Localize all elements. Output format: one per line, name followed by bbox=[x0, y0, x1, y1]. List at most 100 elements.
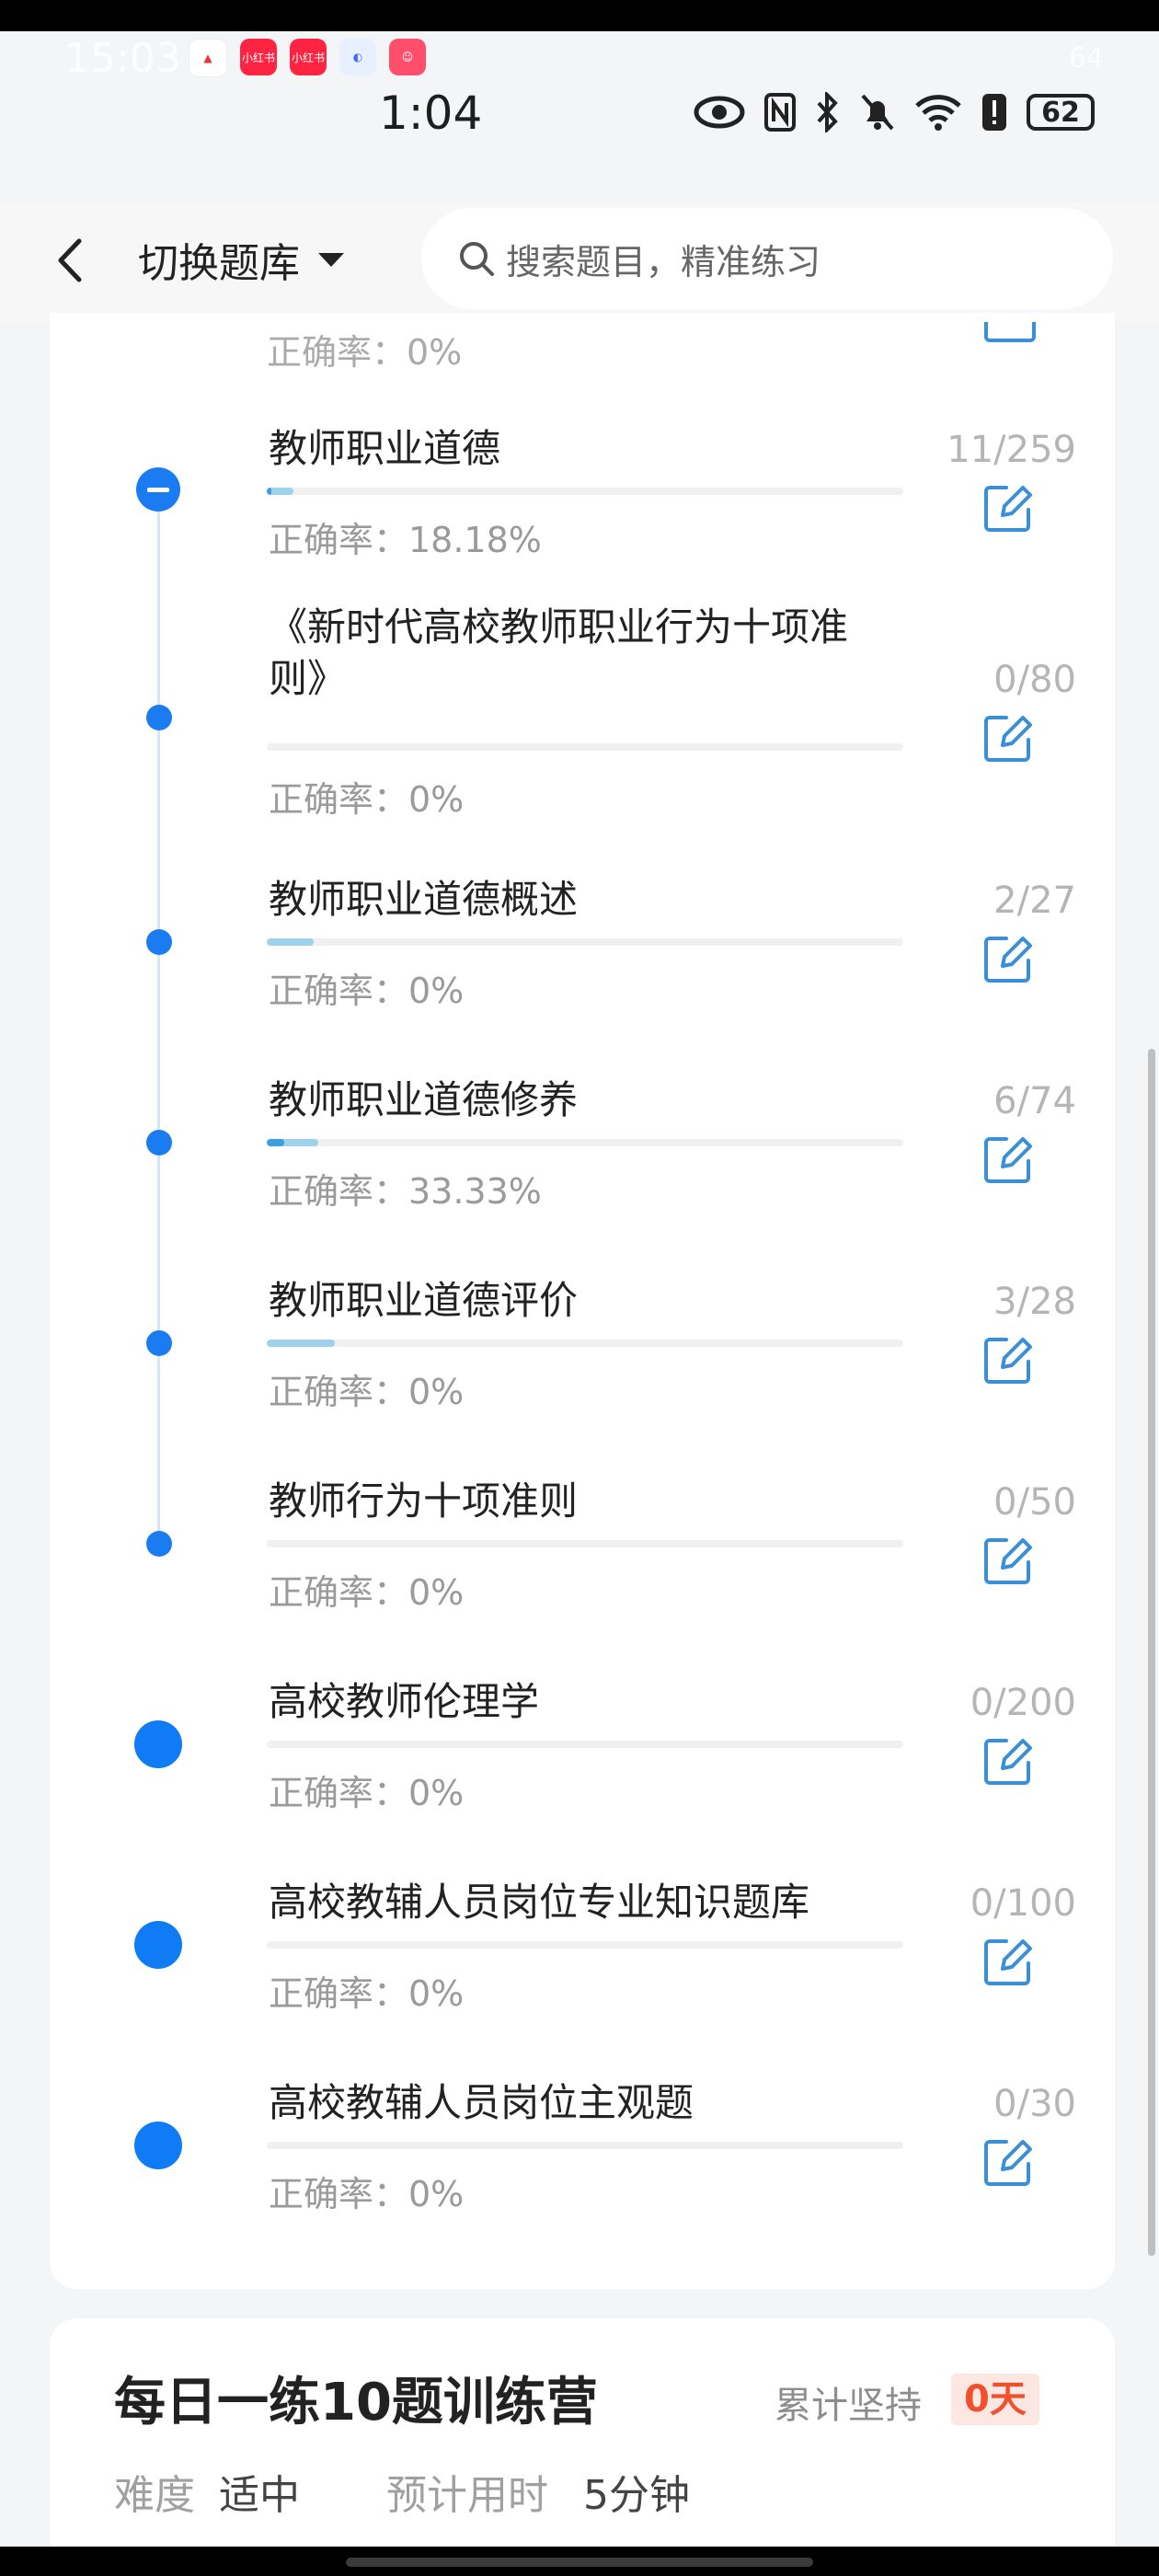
partial-accuracy-label: 正确率：0% bbox=[267, 332, 463, 373]
progress-count: 0/80 bbox=[993, 659, 1076, 701]
accuracy-label: 正确率：0% bbox=[269, 779, 465, 820]
estimated-time-value: 5分钟 bbox=[583, 2472, 690, 2519]
progress-count: 3/28 bbox=[993, 1281, 1076, 1323]
timeline-node bbox=[146, 1531, 172, 1557]
correct-fill bbox=[267, 488, 272, 495]
progress-count: 11/259 bbox=[947, 429, 1076, 471]
progress-fill bbox=[267, 1340, 336, 1347]
edit-practice-icon[interactable] bbox=[982, 1735, 1034, 1787]
chapter-title: 教师职业道德评价 bbox=[269, 1278, 579, 1323]
bluetooth-icon bbox=[817, 92, 838, 132]
timeline-node-big bbox=[134, 1921, 182, 1969]
nfc-icon bbox=[764, 93, 796, 132]
battery-indicator: 62 bbox=[1027, 94, 1095, 131]
chapter-title: 教师职业道德 bbox=[269, 426, 501, 471]
progress-bar bbox=[267, 1340, 903, 1347]
progress-bar bbox=[267, 743, 903, 751]
edit-practice-icon[interactable] bbox=[982, 482, 1034, 534]
chapter-item[interactable]: 教师职业道德评价正确率：0% 3/28 bbox=[0, 1275, 1159, 1459]
alert-icon bbox=[982, 94, 1006, 131]
chapter-item[interactable]: 教师行为十项准则 正确率：0% 0/50 bbox=[0, 1476, 1159, 1660]
accuracy-label: 正确率：0% bbox=[269, 1572, 465, 1613]
chapter-item[interactable]: 高校教辅人员岗位主观题正确率：0% 0/30 bbox=[0, 2077, 1159, 2261]
chapter-title: 教师职业道德概述 bbox=[269, 877, 579, 922]
timeline-node bbox=[146, 1330, 172, 1356]
progress-count: 0/30 bbox=[993, 2083, 1076, 2125]
chapter-title: 高校教辅人员岗位主观题 bbox=[269, 2080, 694, 2125]
chapter-title: 高校教辅人员岗位专业知识题库 bbox=[269, 1880, 810, 1925]
progress-count: 0/50 bbox=[993, 1481, 1076, 1524]
progress-bar bbox=[267, 488, 903, 495]
accuracy-label: 正确率：0% bbox=[269, 971, 465, 1011]
switch-question-bank-button[interactable]: 切换题库 bbox=[138, 230, 346, 289]
edit-practice-icon[interactable] bbox=[982, 712, 1034, 764]
timeline-node-big bbox=[134, 2122, 182, 2169]
search-icon bbox=[460, 242, 494, 276]
daily-practice-card[interactable] bbox=[50, 2318, 1115, 2558]
accuracy-label: 正确率：0% bbox=[269, 1973, 465, 2014]
scrollbar[interactable] bbox=[1148, 1049, 1155, 2256]
chapter-item[interactable]: 高校教辅人员岗位专业知识题库正确率：0% 0/100 bbox=[0, 1877, 1159, 2061]
accuracy-label: 正确率：0% bbox=[269, 2174, 465, 2214]
top-black-strip bbox=[0, 0, 1159, 31]
progress-bar bbox=[267, 1941, 903, 1949]
chapter-item[interactable]: 教师职业道德概述正确率：0% 2/27 bbox=[0, 874, 1159, 1058]
progress-bar bbox=[267, 1540, 903, 1547]
edit-practice-icon[interactable] bbox=[982, 1334, 1034, 1386]
edit-practice-icon[interactable] bbox=[982, 2136, 1034, 2188]
back-arrow-icon[interactable] bbox=[48, 228, 94, 293]
ghost-status-time: 15:03 bbox=[64, 35, 181, 82]
chapter-title: 《新时代高校教师职业行为十项准 则》 bbox=[269, 604, 849, 701]
eye-icon bbox=[694, 96, 745, 129]
difficulty-value: 适中 bbox=[219, 2472, 300, 2519]
wifi-icon bbox=[915, 95, 961, 131]
partial-edit-icon[interactable] bbox=[984, 322, 1036, 342]
chapter-title: 高校教师伦理学 bbox=[269, 1679, 540, 1724]
chapter-item[interactable]: 高校教师伦理学正确率：0% 0/200 bbox=[0, 1676, 1159, 1860]
status-time: 1:04 bbox=[379, 86, 483, 140]
progress-bar bbox=[267, 1741, 903, 1748]
correct-fill bbox=[267, 1139, 284, 1146]
edit-practice-icon[interactable] bbox=[982, 933, 1034, 984]
persist-days-badge: 0天 bbox=[951, 2374, 1039, 2425]
search-placeholder: 搜索题目，精准练习 bbox=[506, 241, 821, 282]
chapter-title: 教师职业道德修养 bbox=[269, 1077, 579, 1122]
timeline-node bbox=[146, 705, 172, 730]
progress-count: 0/200 bbox=[970, 1682, 1076, 1724]
edit-practice-icon[interactable] bbox=[982, 1133, 1034, 1185]
chapter-item[interactable]: 教师职业道德修养正确率：33.33% 6/74 bbox=[0, 1075, 1159, 1259]
progress-bar bbox=[267, 938, 903, 946]
app-icon: ▲ bbox=[189, 39, 227, 77]
collapse-icon[interactable] bbox=[136, 467, 180, 512]
timeline-node-big bbox=[134, 1720, 182, 1768]
estimated-time-label: 预计用时 bbox=[386, 2472, 548, 2519]
accuracy-label: 正确率：0% bbox=[269, 1773, 465, 1813]
home-indicator[interactable] bbox=[346, 2558, 813, 2567]
mute-bell-icon bbox=[861, 94, 894, 131]
search-input[interactable]: 搜索题目，精准练习 bbox=[421, 208, 1113, 309]
progress-bar bbox=[267, 1139, 903, 1146]
persist-label: 累计坚持 bbox=[775, 2385, 922, 2427]
progress-count: 2/27 bbox=[993, 880, 1076, 922]
timeline-node bbox=[146, 1130, 172, 1156]
top-navigation: 切换题库 搜索题目，精准练习 bbox=[0, 202, 1159, 322]
difficulty-label: 难度 bbox=[114, 2472, 195, 2519]
edit-practice-icon[interactable] bbox=[982, 1936, 1034, 1987]
progress-count: 0/100 bbox=[970, 1882, 1076, 1925]
timeline-node bbox=[146, 929, 172, 955]
accuracy-label: 正确率：18.18% bbox=[269, 520, 542, 560]
progress-bar bbox=[267, 2142, 903, 2149]
ghost-battery-level: 64 bbox=[1068, 42, 1104, 75]
accuracy-label: 正确率：0% bbox=[269, 1372, 465, 1412]
caret-down-icon bbox=[318, 253, 344, 267]
ghost-app-icons: ▲ 小红书 小红书 ◐ ☺ bbox=[189, 39, 426, 77]
progress-fill bbox=[267, 938, 315, 946]
chapter-item[interactable]: 教师职业道德正确率：18.18% 11/259 bbox=[0, 423, 1159, 607]
status-icons: 62 bbox=[694, 92, 1095, 132]
browser-app-icon: ◐ bbox=[339, 39, 376, 75]
edit-practice-icon[interactable] bbox=[982, 1535, 1034, 1586]
status-bar: 1:04 62 bbox=[0, 81, 1159, 155]
progress-count: 6/74 bbox=[993, 1080, 1076, 1122]
chapter-item[interactable]: 《新时代高校教师职业行为十项准 则》正确率：0% 0/80 bbox=[0, 604, 1159, 820]
accuracy-label: 正确率：33.33% bbox=[269, 1171, 542, 1212]
